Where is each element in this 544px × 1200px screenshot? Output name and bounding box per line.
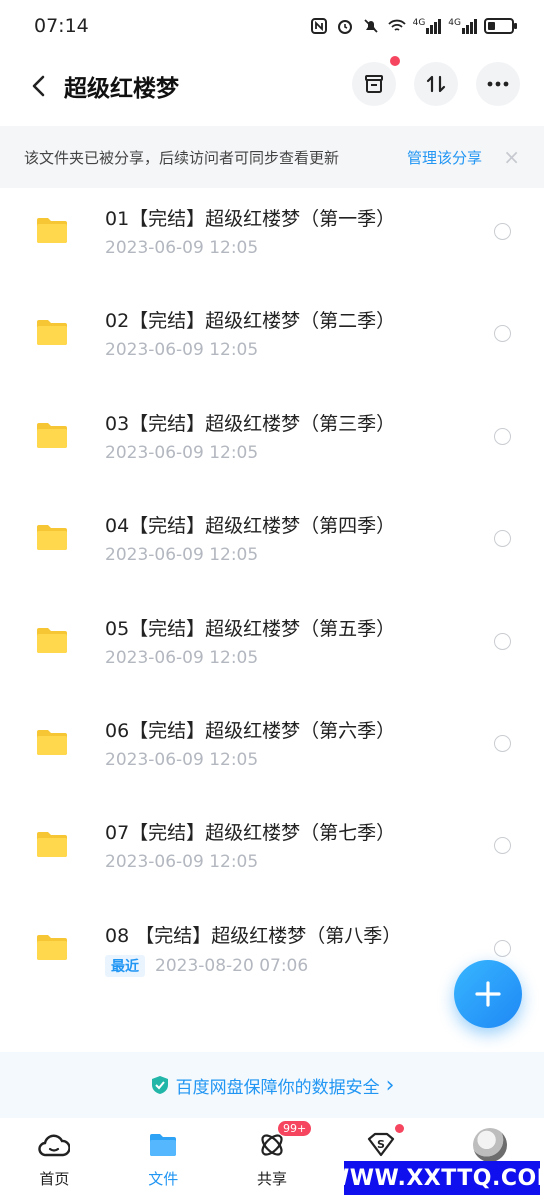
nav-item-home[interactable]: 首页: [0, 1120, 109, 1200]
file-name: 08 【完结】超级红楼梦（第八季）: [105, 924, 402, 947]
nfc-icon: [309, 16, 329, 36]
file-name: 05【完结】超级红楼梦（第五季）: [105, 617, 396, 640]
folder-icon: [36, 728, 68, 756]
sort-button[interactable]: [414, 62, 458, 106]
file-row[interactable]: 04【完结】超级红楼梦（第四季） 2023-06-09 12:05: [0, 497, 544, 599]
folder-nav-icon: [146, 1128, 180, 1162]
file-meta: 2023-06-09 12:05: [105, 238, 258, 258]
share-banner: 该文件夹已被分享，后续访问者可同步查看更新 管理该分享 ×: [0, 126, 544, 188]
file-row[interactable]: 03【完结】超级红楼梦（第三季） 2023-06-09 12:05: [0, 395, 544, 497]
header-actions: [352, 56, 520, 106]
header: 超级红楼梦: [0, 56, 544, 116]
file-date: 2023-06-09 12:05: [105, 340, 259, 361]
page-title: 超级红楼梦: [64, 76, 179, 102]
file-name: 06【完结】超级红楼梦（第六季）: [105, 719, 396, 742]
nav-label-share: 共享: [256, 1170, 287, 1188]
svg-text:S: S: [377, 1138, 385, 1151]
file-name: 03【完结】超级红楼梦（第三季）: [105, 412, 396, 435]
archive-button[interactable]: [352, 56, 400, 106]
nav-item-share[interactable]: 99+ 共享: [218, 1120, 327, 1200]
file-meta: 最近 2023-08-20 07:06: [105, 954, 309, 977]
file-list: 01【完结】超级红楼梦（第一季） 2023-06-09 12:05 02【完结】超级…: [0, 190, 544, 1009]
chevron-right-icon: ›: [385, 1072, 395, 1098]
sort-icon: [426, 75, 446, 93]
select-checkbox[interactable]: [494, 939, 511, 957]
file-meta: 2023-06-09 12:05: [105, 443, 258, 463]
close-icon[interactable]: ×: [503, 145, 520, 169]
share-count-badge: 99+: [276, 1120, 313, 1137]
nav-label-home: 首页: [39, 1170, 70, 1188]
select-checkbox[interactable]: [494, 632, 511, 650]
status-time: 07:14: [34, 15, 89, 37]
vip-notification-dot: [394, 1124, 404, 1133]
status-icons: 4G 4G: [309, 16, 517, 36]
archive-icon: [365, 75, 383, 93]
wifi-icon: [387, 16, 407, 36]
file-date: 2023-06-09 12:05: [105, 852, 259, 873]
folder-icon: [36, 523, 68, 551]
file-meta: 2023-06-09 12:05: [105, 648, 258, 668]
plus-icon: [475, 981, 501, 1007]
archive-notification-dot: [390, 56, 400, 66]
select-checkbox[interactable]: [494, 223, 511, 240]
file-row[interactable]: 01【完结】超级红楼梦（第一季） 2023-06-09 12:05: [0, 190, 544, 292]
alarm-icon: [335, 16, 355, 36]
avatar: [472, 1128, 507, 1162]
manage-share-link[interactable]: 管理该分享: [407, 147, 482, 168]
folder-icon: [36, 830, 68, 858]
file-date: 2023-06-09 12:05: [105, 238, 259, 258]
file-date: 2023-06-09 12:05: [105, 545, 259, 566]
more-icon: [487, 81, 509, 87]
status-bar: 07:14 4G 4G: [0, 0, 544, 52]
file-date: 2023-06-09 12:05: [105, 442, 259, 463]
file-row[interactable]: 05【完结】超级红楼梦（第五季） 2023-06-09 12:05: [0, 600, 544, 702]
mute-icon: [361, 16, 381, 36]
add-button[interactable]: [454, 960, 522, 1028]
file-name: 04【完结】超级红楼梦（第四季）: [105, 515, 396, 538]
signal-2-icon: 4G: [448, 18, 478, 34]
file-meta: 2023-06-09 12:05: [105, 750, 258, 770]
vip-s-icon: S: [364, 1124, 404, 1162]
select-checkbox[interactable]: [494, 837, 511, 855]
file-meta: 2023-06-09 12:05: [105, 545, 258, 565]
folder-icon: [36, 216, 68, 244]
recent-badge: 最近: [105, 954, 145, 977]
file-row[interactable]: 06【完结】超级红楼梦（第六季） 2023-06-09 12:05: [0, 702, 544, 804]
folder-icon: [36, 318, 68, 346]
file-row[interactable]: 07【完结】超级红楼梦（第七季） 2023-06-09 12:05: [0, 804, 544, 906]
signal-1-label: 4G: [412, 18, 426, 28]
folder-icon: [36, 933, 68, 961]
security-notice-text: 百度网盘保障你的数据安全: [175, 1077, 380, 1098]
file-date: 2023-06-09 12:05: [105, 749, 259, 770]
file-meta: 2023-06-09 12:05: [105, 340, 258, 360]
file-date: 2023-06-09 12:05: [105, 647, 259, 668]
chevron-left-icon: [32, 75, 45, 97]
file-date: 2023-08-20 07:06: [155, 955, 309, 976]
security-notice[interactable]: 百度网盘保障你的数据安全 ›: [0, 1052, 544, 1118]
file-row[interactable]: 02【完结】超级红楼梦（第二季） 2023-06-09 12:05: [0, 292, 544, 394]
folder-icon: [36, 626, 68, 654]
cloud-home-icon: [37, 1128, 71, 1162]
signal-2-label: 4G: [448, 18, 461, 28]
select-checkbox[interactable]: [494, 530, 511, 548]
share-banner-text: 该文件夹已被分享，后续访问者可同步查看更新: [24, 148, 340, 167]
file-name: 01【完结】超级红楼梦（第一季）: [105, 208, 396, 230]
file-name: 07【完结】超级红楼梦（第七季）: [105, 822, 396, 845]
back-button[interactable]: [24, 66, 52, 106]
folder-icon: [36, 421, 68, 449]
battery-icon: [484, 18, 517, 34]
file-name: 02【完结】超级红楼梦（第二季）: [105, 310, 396, 333]
select-checkbox[interactable]: [494, 325, 511, 343]
atom-share-icon: 99+: [255, 1120, 313, 1162]
watermark: WWW.XXTTQ.COM: [325, 1161, 544, 1195]
file-meta: 2023-06-09 12:05: [105, 852, 258, 872]
select-checkbox[interactable]: [494, 427, 511, 445]
nav-label-files: 文件: [148, 1170, 179, 1188]
nav-item-files[interactable]: 文件: [109, 1120, 218, 1200]
shield-icon: [151, 1076, 168, 1094]
signal-1-icon: 4G: [413, 18, 443, 34]
more-button[interactable]: [476, 62, 520, 106]
select-checkbox[interactable]: [494, 734, 511, 752]
